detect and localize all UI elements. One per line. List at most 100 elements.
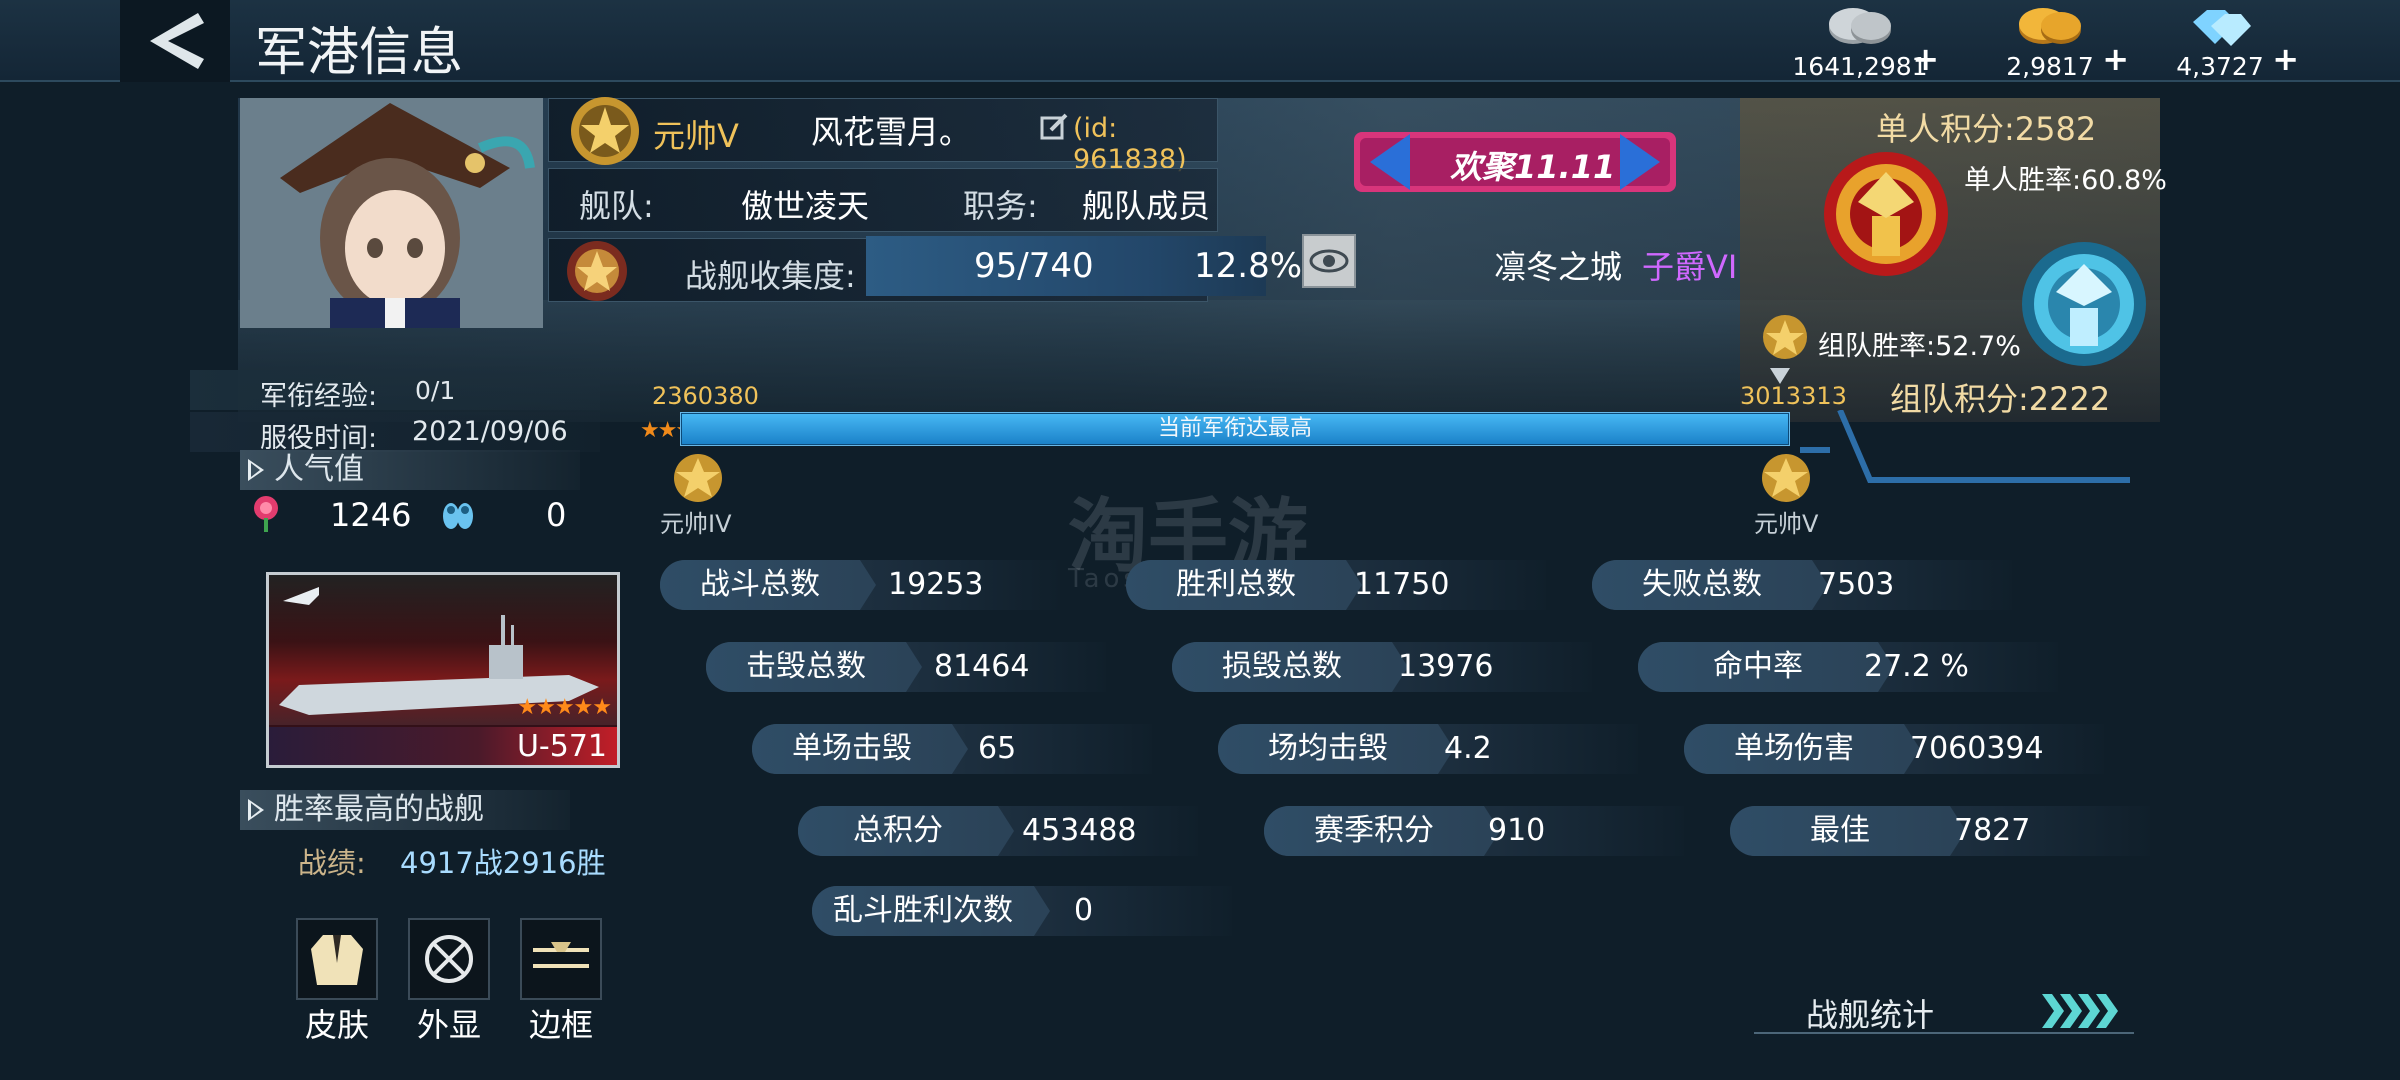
progress-left-value: 2360380 [652,382,759,410]
collection-value: 95/740 [974,246,1094,286]
display-label: 外显 [416,1006,481,1044]
ship-name: U-571 [516,729,607,764]
stat-label: 胜利总数 [1126,560,1362,610]
add-silver-icon[interactable]: + [1912,40,1939,78]
player-avatar[interactable] [240,98,543,328]
stat-losses: 失败总数 7503 [1592,560,2012,610]
progress-text: 当前军衔达最高 [1157,416,1312,441]
stat-value: 13976 [1398,649,1494,684]
stat-value: 453488 [1022,813,1137,848]
stat-label: 最佳 [1730,806,1966,856]
exp-value: 0/1 [415,376,456,405]
noble-rank: 子爵VI [1642,248,1738,286]
progress-marker-icon [1770,368,1790,384]
stat-kills: 击毁总数 81464 [706,642,1106,692]
add-gold-icon[interactable]: + [2102,40,2129,78]
fleet-name[interactable]: 傲世凌天 [741,181,869,227]
position-label: 职务: [963,187,1038,225]
stat-accuracy: 命中率 27.2 % [1638,642,2058,692]
likes-count: 1246 [330,496,412,534]
stat-best: 最佳 7827 [1730,806,2150,856]
stat-value: 81464 [934,649,1030,684]
fleet-label: 舰队: [579,187,654,225]
popularity-title: 人气值 [274,452,364,487]
stat-label: 单场伤害 [1684,724,1920,774]
gold-coin-icon [2019,8,2081,44]
stat-label: 总积分 [798,806,1014,856]
stat-single-damage: 单场伤害 7060394 [1684,724,2104,774]
player-name: 风花雪月。 [811,113,972,151]
stat-value: 4.2 [1444,731,1492,766]
chevrons-right-icon [2042,994,2118,1028]
team-winrate: 组队胜率:52.7% [1818,331,2021,362]
stat-label: 战斗总数 [660,560,876,610]
service-value: 2021/09/06 [412,416,568,447]
back-arrow-icon [150,13,204,69]
collection-bar: 95/740 12.8% [866,236,1302,296]
diamond-currency[interactable]: 4,3727 + [2145,4,2299,81]
rank-right-label: 元帅V [1754,510,1819,538]
name-row: 元帅V 风花雪月。 (id: 961838) [548,97,1218,175]
collection-percent: 12.8% [1194,246,1303,286]
stat-label: 损毁总数 [1172,642,1408,692]
stat-single-kills: 单场击毁 65 [752,724,1152,774]
position-value: 舰队成员 [1082,187,1211,225]
skin-label: 皮肤 [304,1006,369,1044]
solo-score: 单人积分:2582 [1876,110,2097,148]
stat-season-score: 赛季积分 910 [1264,806,1684,856]
ship-stats-button[interactable]: 战舰统计 [1754,986,2134,1034]
crosshair-icon [425,935,473,983]
stat-label: 单场击毁 [752,724,968,774]
decor-lines [1800,410,2130,483]
edit-icon[interactable] [1039,113,1069,143]
stat-label: 失败总数 [1592,560,1828,610]
team-rank-small-icon [1763,315,1807,359]
record-label: 战绩: [298,846,366,880]
stat-value: 11750 [1354,567,1450,602]
event-banner[interactable]: 欢聚11.11 [1350,120,1680,204]
skin-button[interactable] [296,918,378,1000]
eye-icon [1309,249,1349,273]
frame-icon [533,942,589,968]
team-rank-emblem-icon [2022,242,2146,366]
stat-label: 赛季积分 [1264,806,1500,856]
ship-stars: ★★★★★ [517,695,612,720]
stat-label: 乱斗胜利次数 [812,886,1050,936]
silver-coin-icon [1829,8,1891,44]
stat-value: 910 [1488,813,1546,848]
collection-label: 战舰收集度: [685,257,856,295]
city-name: 凛冬之城 [1494,248,1623,286]
solo-winrate: 单人胜率:60.8% [1964,165,2167,196]
diamond-icon [2193,10,2251,46]
page-title: 军港信息 [255,23,464,83]
gold-currency[interactable]: 2,9817 + [1975,4,2129,81]
frame-button[interactable] [520,918,602,1000]
stat-value: 19253 [888,567,984,602]
stat-brawl-wins: 乱斗胜利次数 0 [812,886,1232,936]
rank-left-icon [674,454,722,502]
stat-label: 击毁总数 [706,642,922,692]
ship-card[interactable]: ★★★★★ U-571 [266,572,620,768]
record-value: 4917战2916胜 [400,846,606,880]
ship-name-bar: U-571 [269,727,617,765]
display-button[interactable] [408,918,490,1000]
slippers-count: 0 [546,496,567,534]
exp-label: 军衔经验: [260,381,378,412]
fleet-row: 舰队: 傲世凌天 职务: 舰队成员 [548,168,1218,232]
stat-value: 7827 [1954,813,2031,848]
service-row: 服役时间: 2021/09/06 [190,412,600,454]
view-collection-button[interactable] [1302,234,1356,288]
stat-value: 7060394 [1910,731,2044,766]
stat-value: 0 [1074,893,1094,928]
rank-title: 元帅V [653,117,739,155]
silver-currency[interactable]: 1641,2981 + [1785,4,1939,81]
stat-value: 7503 [1818,567,1895,602]
slipper-icon [443,503,473,529]
best-ship-header: 胜率最高的战舰 [240,790,570,830]
back-button[interactable] [120,0,230,82]
ship-stats-label: 战舰统计 [1806,996,1935,1034]
frame-label: 边框 [528,1006,593,1044]
stat-value: 65 [978,731,1017,766]
add-diamond-icon[interactable]: + [2272,40,2299,78]
stat-wins: 胜利总数 11750 [1126,560,1546,610]
